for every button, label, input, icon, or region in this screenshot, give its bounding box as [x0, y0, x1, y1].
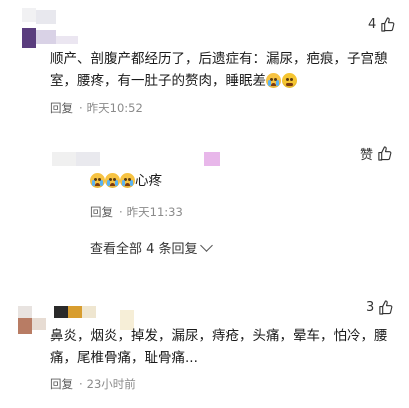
comment-item-1: 4 顺产、剖腹产都经历了，后遗症有：漏尿，疤痕，子宫憩 室，腰疼，有一肚子的赘肉… — [0, 0, 409, 128]
comment-feed: 4 顺产、剖腹产都经历了，后遗症有：漏尿，疤痕，子宫憩 室，腰疼，有一肚子的赘肉… — [0, 0, 409, 408]
like-label: 赞 — [360, 148, 374, 163]
dot-separator: · — [79, 101, 83, 115]
comment-meta: 回复 · 昨天10:52 — [50, 100, 143, 116]
thumb-up-icon — [381, 17, 395, 32]
timestamp: 昨天10:52 — [86, 101, 143, 115]
dot-separator: · — [79, 377, 83, 391]
reply-text: 心疼 — [135, 173, 162, 189]
dot-separator: · — [119, 205, 123, 219]
comment-line-2: 室，腰疼，有一肚子的赘肉，睡眠差 — [50, 70, 388, 92]
thumb-up-icon — [379, 300, 393, 315]
view-all-replies-link[interactable]: 查看全部 4 条回复 — [90, 238, 213, 257]
timestamp: 23小时前 — [86, 377, 136, 391]
comment-line-1: 鼻炎，烟炎，掉发，漏尿，痔疮，头痛，晕车，怕冷，腰 — [50, 328, 388, 344]
like-count: 4 — [368, 17, 377, 32]
crying-emoji-icon — [120, 173, 135, 188]
crying-emoji-icon — [266, 73, 281, 88]
comment-meta: 回复 · 23小时前 — [50, 376, 136, 392]
like-button[interactable]: 3 — [366, 300, 393, 315]
comment-item-2: 3 鼻炎，烟炎，掉发，漏尿，痔疮，头痛，晕车，怕冷，腰 痛，尾椎骨痛，耻骨痛..… — [0, 290, 409, 408]
comment-line-2: 痛，尾椎骨痛，耻骨痛... — [50, 350, 198, 366]
comment-line-1: 顺产、剖腹产都经历了，后遗症有：漏尿，疤痕，子宫憩 — [50, 51, 388, 67]
reply-item-1: 赞 心疼 回复 · 昨天11:33 查看全部 4 条回复 — [0, 140, 409, 260]
like-count: 3 — [366, 300, 375, 315]
crying-emoji-icon — [90, 173, 105, 188]
like-button[interactable]: 4 — [368, 17, 395, 32]
comment-body: 鼻炎，烟炎，掉发，漏尿，痔疮，头痛，晕车，怕冷，腰 痛，尾椎骨痛，耻骨痛... — [50, 325, 388, 369]
reply-meta: 回复 · 昨天11:33 — [90, 204, 183, 220]
crying-emoji-icon — [105, 173, 120, 188]
avatar-pixelated[interactable] — [22, 8, 92, 48]
reply-button[interactable]: 回复 — [50, 100, 73, 116]
comment-body: 顺产、剖腹产都经历了，后遗症有：漏尿，疤痕，子宫憩 室，腰疼，有一肚子的赘肉，睡… — [50, 48, 388, 92]
reply-body: 心疼 — [90, 170, 162, 192]
reply-like-button[interactable]: 赞 — [360, 144, 392, 163]
timestamp: 昨天11:33 — [126, 205, 183, 219]
chevron-down-icon — [199, 239, 213, 252]
thumb-up-icon — [378, 146, 392, 161]
reply-button[interactable]: 回复 — [50, 376, 73, 392]
worried-emoji-icon — [282, 73, 297, 88]
view-all-label: 查看全部 4 条回复 — [90, 242, 198, 257]
reply-button[interactable]: 回复 — [90, 204, 113, 220]
